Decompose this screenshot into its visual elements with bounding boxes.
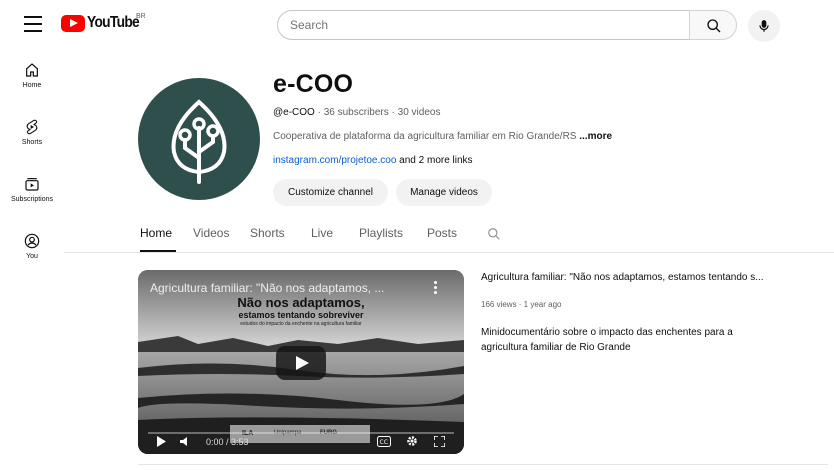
sidebar-item-home[interactable]: Home: [0, 62, 64, 89]
description-more-link[interactable]: ...more: [579, 131, 612, 142]
thumbnail-subheadline: estamos tentando sobreviver: [238, 310, 364, 320]
video-description: Minidocumentário sobre o impacto das enc…: [481, 327, 733, 353]
logo-text: YouTube: [87, 14, 140, 31]
tab-home[interactable]: Home: [140, 226, 172, 240]
youtube-logo[interactable]: YouTube: [61, 14, 147, 32]
sidebar-item-label: Shorts: [21, 139, 43, 146]
sidebar-item-subscriptions[interactable]: Subscriptions: [0, 176, 64, 203]
channel-handle: @e-COO: [273, 107, 315, 118]
fullscreen-icon[interactable]: [434, 436, 445, 447]
video-title[interactable]: Agricultura familiar: "Não nos adaptamos…: [481, 272, 801, 283]
play-icon[interactable]: [156, 436, 166, 447]
section-divider: [138, 464, 828, 465]
channel-meta: @e-COO · 36 subscribers · 30 videos: [273, 107, 440, 118]
sidebar-item-label: You: [26, 253, 38, 260]
youtube-play-icon: [61, 14, 85, 32]
instagram-link[interactable]: instagram.com/projetoe.coo: [273, 155, 396, 166]
tab-posts[interactable]: Posts: [427, 226, 457, 240]
search-input[interactable]: [277, 10, 689, 40]
sidebar-item-label: Subscriptions: [10, 196, 54, 203]
home-icon: [26, 63, 38, 77]
tabs-divider: [64, 252, 834, 253]
voice-search-button[interactable]: [748, 10, 780, 42]
channel-avatar[interactable]: [138, 78, 260, 200]
shorts-icon: [26, 119, 38, 135]
player-video-title[interactable]: Agricultura familiar: "Não nos adaptamos…: [150, 281, 420, 295]
channel-stats: · 36 subscribers · 30 videos: [314, 107, 441, 118]
tab-live[interactable]: Live: [311, 226, 333, 240]
top-bar: YouTube BR: [0, 0, 834, 52]
you-icon: [24, 233, 40, 249]
featured-video-player[interactable]: Não nos adaptamos, estamos tentando sobr…: [138, 270, 464, 454]
channel-search-button[interactable]: [487, 227, 501, 246]
subscriptions-icon: [25, 178, 39, 191]
channel-description: Cooperativa de plataforma da agricultura…: [273, 131, 612, 142]
manage-videos-button[interactable]: Manage videos: [396, 179, 492, 206]
channel-links: instagram.com/projetoe.coo and 2 more li…: [273, 155, 473, 166]
video-meta: 166 views · 1 year ago: [481, 300, 562, 309]
channel-description-text: Cooperativa de plataforma da agricultura…: [273, 131, 580, 142]
volume-icon[interactable]: [180, 436, 191, 447]
menu-icon[interactable]: [24, 16, 42, 32]
captions-icon[interactable]: CC: [377, 436, 391, 447]
player-controls: 0:00 / 3:53 CC: [138, 430, 464, 454]
search-icon: [488, 228, 500, 240]
settings-gear-icon[interactable]: [406, 435, 418, 447]
video-time: 0:00 / 3:53: [206, 437, 249, 447]
thumbnail-caption: estudos do impacto da enchente na agricu…: [240, 321, 362, 327]
microphone-icon: [759, 20, 769, 32]
more-options-icon[interactable]: [430, 281, 440, 297]
sidebar-item-shorts[interactable]: Shorts: [0, 119, 64, 146]
svg-text:CC: CC: [380, 439, 388, 446]
logo-country-code: BR: [136, 13, 146, 20]
customize-channel-button[interactable]: Customize channel: [273, 179, 388, 206]
tab-playlists[interactable]: Playlists: [359, 226, 403, 240]
search-button[interactable]: [689, 10, 737, 40]
search-icon: [707, 19, 721, 33]
play-button[interactable]: [276, 346, 326, 380]
tab-shorts[interactable]: Shorts: [250, 226, 285, 240]
sidebar-item-you[interactable]: You: [0, 233, 64, 260]
thumbnail-headline: Não nos adaptamos,: [237, 295, 365, 310]
sprout-leaf-icon: [171, 99, 227, 184]
tab-videos[interactable]: Videos: [193, 226, 229, 240]
more-links-link[interactable]: and 2 more links: [396, 155, 472, 166]
sidebar-item-label: Home: [22, 82, 42, 89]
channel-name: e-COO: [273, 70, 354, 98]
